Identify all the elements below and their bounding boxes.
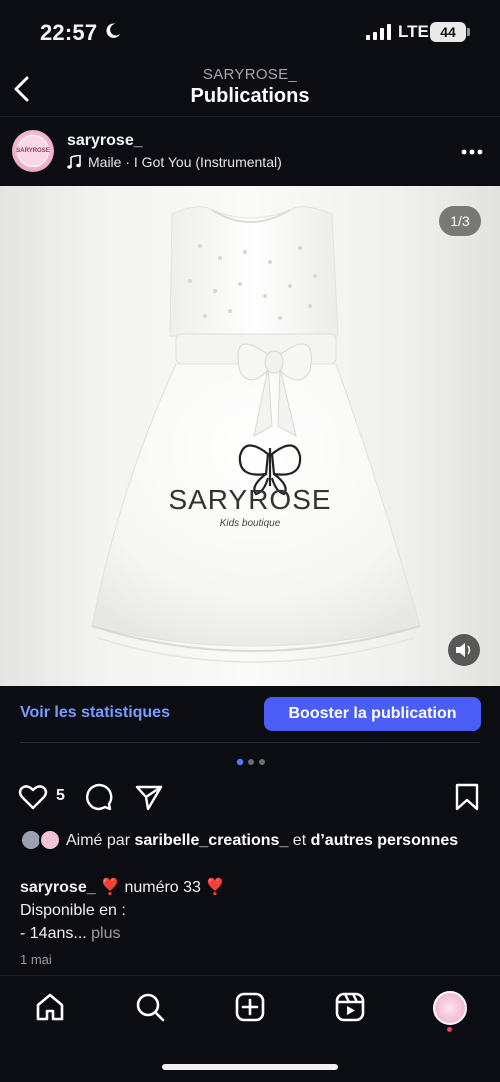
section-divider [20, 742, 480, 743]
post-date: 1 mai [20, 952, 52, 967]
network-type: LTE [398, 22, 429, 41]
account-name: SARYROSE_ [202, 66, 298, 83]
dress-illustration [91, 206, 421, 663]
caption-more-link[interactable]: plus [91, 925, 120, 942]
boost-post-button[interactable]: Booster la publication [264, 697, 481, 731]
reels-icon[interactable] [334, 991, 366, 1023]
like-count[interactable]: 5 [56, 787, 65, 805]
moon-icon [106, 23, 121, 38]
volume-icon [456, 643, 471, 657]
liked-by-avatars [20, 829, 61, 851]
page-title: Publications [190, 85, 310, 107]
post-image[interactable]: SARYROSE Kids boutique [0, 186, 500, 686]
send-icon[interactable] [134, 782, 164, 812]
post-avatar[interactable]: SARYROSE [12, 130, 54, 172]
home-icon[interactable] [34, 991, 66, 1023]
caption-line-3: - 14ans... [20, 925, 87, 942]
liked-user[interactable]: saribelle_creations_ [134, 832, 288, 849]
battery-tip [467, 28, 470, 36]
liked-middle: et [288, 832, 311, 849]
audio-track[interactable]: Maile · I Got You (Instrumental) [88, 154, 282, 170]
music-note-icon [67, 155, 81, 169]
search-icon[interactable] [134, 991, 166, 1023]
carousel-indicator [236, 758, 265, 766]
brand-watermark: SARYROSE [168, 484, 332, 515]
brand-tagline: Kids boutique [219, 518, 281, 529]
profile-avatar-tab[interactable] [433, 991, 467, 1025]
view-insights-link[interactable]: Voir les statistiques [20, 704, 170, 722]
image-counter: 1/3 [439, 206, 481, 236]
liked-prefix: Aimé par [66, 832, 135, 849]
battery-indicator: 44 [430, 22, 466, 42]
signal-icon [366, 24, 391, 40]
comment-icon[interactable] [83, 782, 113, 812]
add-square-icon[interactable] [234, 991, 266, 1023]
post-username[interactable]: saryrose_ [67, 132, 143, 150]
caption-line-1: ❣️ numéro 33 ❣️ [95, 879, 226, 896]
status-time: 22:57 [40, 20, 98, 45]
home-indicator[interactable] [162, 1064, 338, 1070]
heart-icon[interactable] [18, 782, 48, 812]
avatar-logo: SARYROSE [16, 135, 50, 167]
volume-button[interactable] [448, 634, 480, 666]
caption-username[interactable]: saryrose_ [20, 879, 96, 896]
nav-divider [0, 975, 500, 976]
bookmark-icon[interactable] [452, 782, 482, 812]
header-divider [0, 116, 500, 117]
liked-others[interactable]: d’autres personnes [311, 832, 459, 849]
notification-dot [447, 1027, 452, 1032]
more-options-icon[interactable] [460, 148, 484, 156]
caption-line-2: Disponible en : [20, 902, 126, 919]
post-caption[interactable]: saryrose_ ❣️ numéro 33 ❣️ Disponible en … [20, 876, 480, 945]
liked-by-text[interactable]: Aimé par saribelle_creations_ et d’autre… [66, 830, 476, 851]
